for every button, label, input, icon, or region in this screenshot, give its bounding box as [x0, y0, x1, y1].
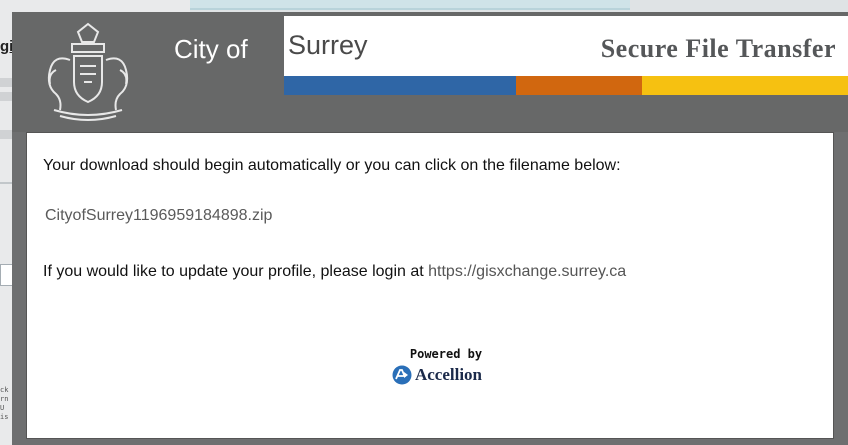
- profile-message: If you would like to update your profile…: [43, 263, 424, 280]
- stripe-yellow: [642, 76, 848, 95]
- content-panel: Your download should begin automatically…: [26, 132, 834, 439]
- filename-link[interactable]: CityofSurrey1196959184898.zip: [45, 207, 272, 225]
- city-crest-icon: [47, 22, 129, 121]
- powered-by-badge[interactable]: Powered by Accellion: [367, 347, 507, 385]
- accellion-brand: Accellion: [367, 365, 507, 385]
- accellion-logo-icon: [392, 365, 412, 385]
- profile-message-row: If you would like to update your profile…: [43, 263, 626, 281]
- stripe-orange: [516, 76, 642, 95]
- background-tab-edge: [190, 0, 630, 10]
- background-text-block: [0, 130, 12, 139]
- background-text-block: [0, 92, 12, 101]
- download-message: Your download should begin automatically…: [43, 157, 621, 174]
- city-of-label: City of: [174, 34, 248, 64]
- surrey-label: Surrey: [288, 30, 368, 60]
- secure-file-transfer-window: City of Surrey Secure File Transfer Your…: [12, 12, 848, 445]
- stripe-blue: [284, 76, 516, 95]
- profile-url-link[interactable]: https://gisxchange.surrey.ca: [428, 263, 626, 280]
- page-title: Secure File Transfer: [600, 34, 836, 63]
- header: City of Surrey Secure File Transfer: [12, 12, 848, 132]
- accellion-brand-name: Accellion: [414, 365, 483, 384]
- background-text-block: [0, 78, 12, 87]
- background-tiny-text: ck rn U is: [0, 386, 9, 421]
- powered-by-label: Powered by: [409, 347, 483, 361]
